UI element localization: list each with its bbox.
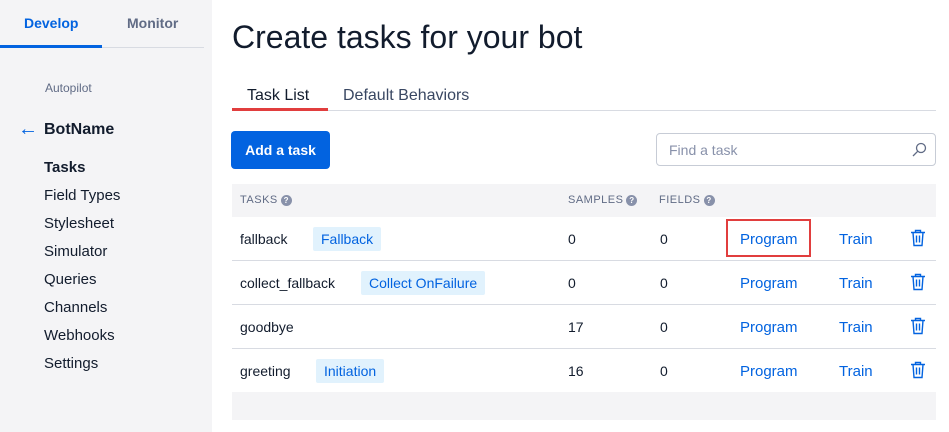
tab-monitor[interactable]: Monitor: [127, 15, 178, 31]
task-badge: Fallback: [313, 227, 382, 251]
question-icon[interactable]: ?: [703, 195, 715, 206]
table-footer: [232, 392, 936, 420]
sidebar-item-webhooks[interactable]: Webhooks: [44, 327, 115, 344]
task-samples: 0: [568, 275, 576, 291]
task-samples: 17: [568, 319, 584, 335]
tab-default-behaviors[interactable]: Default Behaviors: [343, 87, 469, 105]
task-fields: 0: [660, 363, 668, 379]
column-header-samples: SAMPLES?: [568, 194, 638, 206]
page-title: Create tasks for your bot: [232, 19, 583, 55]
sidebar: Develop Monitor Autopilot ← BotName Task…: [0, 0, 212, 432]
table-row: fallback Fallback 0 0 Program Train: [232, 217, 936, 261]
sidebar-item-field-types[interactable]: Field Types: [44, 187, 120, 204]
active-tab-indicator: [232, 108, 328, 111]
program-link[interactable]: Program: [740, 275, 798, 292]
task-fields: 0: [660, 231, 668, 247]
trash-icon[interactable]: [910, 361, 926, 379]
tab-task-list[interactable]: Task List: [247, 87, 309, 105]
add-task-button[interactable]: Add a task: [231, 131, 330, 169]
train-link[interactable]: Train: [839, 231, 873, 248]
task-table: TASKS? SAMPLES? FIELDS? fallback Fallbac…: [232, 184, 936, 393]
program-link[interactable]: Program: [740, 363, 798, 380]
task-badge: Collect OnFailure: [361, 271, 486, 295]
train-link[interactable]: Train: [839, 319, 873, 336]
train-link[interactable]: Train: [839, 275, 873, 292]
trash-icon[interactable]: [910, 229, 926, 247]
program-highlight-box: [726, 219, 811, 257]
question-icon[interactable]: ?: [280, 195, 292, 206]
develop-active-indicator: [0, 45, 102, 48]
trash-icon[interactable]: [910, 317, 926, 335]
task-fields: 0: [660, 319, 668, 335]
arrow-left-icon[interactable]: ←: [18, 119, 38, 139]
sidebar-item-channels[interactable]: Channels: [44, 299, 107, 316]
task-name[interactable]: goodbye: [240, 319, 294, 335]
task-badge: Initiation: [316, 359, 385, 383]
task-name[interactable]: fallback: [240, 231, 287, 247]
table-row: goodbye 17 0 Program Train: [232, 305, 936, 349]
sidebar-item-stylesheet[interactable]: Stylesheet: [44, 215, 114, 232]
section-label: Autopilot: [45, 81, 92, 95]
bot-name[interactable]: BotName: [44, 121, 114, 139]
task-samples: 16: [568, 363, 584, 379]
sidebar-item-tasks[interactable]: Tasks: [44, 159, 85, 176]
tabs-divider: [232, 110, 936, 111]
table-row: collect_fallback Collect OnFailure 0 0 P…: [232, 261, 936, 305]
search-icon[interactable]: [911, 142, 927, 158]
program-link[interactable]: Program: [740, 319, 798, 336]
top-nav: Develop Monitor: [0, 0, 204, 48]
trash-icon[interactable]: [910, 273, 926, 291]
table-header: TASKS? SAMPLES? FIELDS?: [232, 184, 936, 217]
task-samples: 0: [568, 231, 576, 247]
task-name[interactable]: greeting: [240, 363, 291, 379]
task-name[interactable]: collect_fallback: [240, 275, 335, 291]
question-icon[interactable]: ?: [626, 195, 638, 206]
column-header-tasks: TASKS?: [240, 194, 292, 206]
train-link[interactable]: Train: [839, 363, 873, 380]
search-input[interactable]: Find a task: [656, 133, 936, 166]
sidebar-item-queries[interactable]: Queries: [44, 271, 97, 288]
column-header-fields: FIELDS?: [659, 194, 715, 206]
table-row: greeting Initiation 16 0 Program Train: [232, 349, 936, 393]
search-placeholder: Find a task: [669, 142, 738, 158]
sidebar-item-simulator[interactable]: Simulator: [44, 243, 107, 260]
sidebar-item-settings[interactable]: Settings: [44, 355, 98, 372]
task-fields: 0: [660, 275, 668, 291]
tab-develop[interactable]: Develop: [24, 15, 78, 31]
